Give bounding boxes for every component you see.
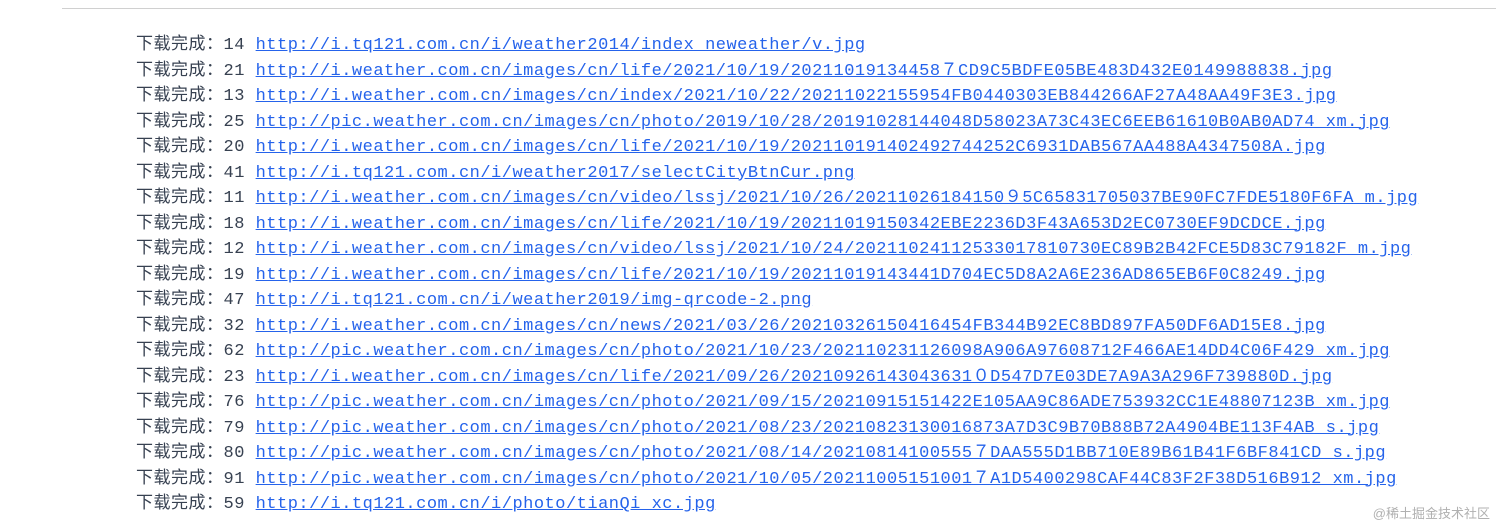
download-complete-prefix: 下载完成：41: [136, 164, 256, 183]
download-url-link[interactable]: http://i.weather.com.cn/images/cn/life/2…: [256, 138, 1326, 157]
download-url-link[interactable]: http://i.weather.com.cn/images/cn/news/2…: [256, 317, 1326, 336]
download-complete-prefix: 下载完成：11: [136, 189, 256, 208]
output-line: 下载完成：59 http://i.tq121.com.cn/i/photo/ti…: [136, 492, 1496, 518]
download-complete-prefix: 下载完成：13: [136, 87, 256, 106]
download-url-link[interactable]: http://pic.weather.com.cn/images/cn/phot…: [256, 470, 1397, 489]
output-line: 下载完成：11 http://i.weather.com.cn/images/c…: [136, 186, 1496, 212]
output-line: 下载完成：21 http://i.weather.com.cn/images/c…: [136, 59, 1496, 85]
output-line: 下载完成：32 http://i.weather.com.cn/images/c…: [136, 314, 1496, 340]
output-line: 下载完成：41 http://i.tq121.com.cn/i/weather2…: [136, 161, 1496, 187]
download-complete-prefix: 下载完成：32: [136, 317, 256, 336]
download-complete-prefix: 下载完成：12: [136, 240, 256, 259]
download-complete-prefix: 下载完成：19: [136, 266, 256, 285]
output-line: 下载完成：79 http://pic.weather.com.cn/images…: [136, 416, 1496, 442]
download-complete-prefix: 下载完成：79: [136, 419, 256, 438]
download-complete-prefix: 下载完成：47: [136, 291, 256, 310]
download-url-link[interactable]: http://pic.weather.com.cn/images/cn/phot…: [256, 444, 1386, 463]
output-line: 下载完成：62 http://pic.weather.com.cn/images…: [136, 339, 1496, 365]
download-complete-prefix: 下载完成：14: [136, 36, 256, 55]
output-line: 下载完成：23 http://i.weather.com.cn/images/c…: [136, 365, 1496, 391]
download-complete-prefix: 下载完成：23: [136, 368, 256, 387]
download-url-link[interactable]: http://i.tq121.com.cn/i/weather2017/sele…: [256, 164, 855, 183]
download-complete-prefix: 下载完成：20: [136, 138, 256, 157]
download-complete-prefix: 下载完成：18: [136, 215, 256, 234]
output-line: 下载完成：80 http://pic.weather.com.cn/images…: [136, 441, 1496, 467]
download-complete-prefix: 下载完成：80: [136, 444, 256, 463]
output-line: 下载完成：25 http://pic.weather.com.cn/images…: [136, 110, 1496, 136]
download-url-link[interactable]: http://i.weather.com.cn/images/cn/life/2…: [256, 215, 1326, 234]
download-url-link[interactable]: http://i.tq121.com.cn/i/photo/tianQi_xc.…: [256, 495, 716, 514]
download-complete-prefix: 下载完成：76: [136, 393, 256, 412]
download-url-link[interactable]: http://pic.weather.com.cn/images/cn/phot…: [256, 419, 1380, 438]
download-url-link[interactable]: http://i.weather.com.cn/images/cn/video/…: [256, 240, 1412, 259]
download-url-link[interactable]: http://pic.weather.com.cn/images/cn/phot…: [256, 342, 1390, 361]
download-url-link[interactable]: http://pic.weather.com.cn/images/cn/phot…: [256, 393, 1390, 412]
output-line: 下载完成：13 http://i.weather.com.cn/images/c…: [136, 84, 1496, 110]
output-line: 下载完成：18 http://i.weather.com.cn/images/c…: [136, 212, 1496, 238]
download-url-link[interactable]: http://i.weather.com.cn/images/cn/life/2…: [256, 368, 1333, 387]
download-url-link[interactable]: http://i.weather.com.cn/images/cn/life/2…: [256, 266, 1326, 285]
console-output: 下载完成：14 http://i.tq121.com.cn/i/weather2…: [62, 8, 1496, 518]
download-complete-prefix: 下载完成：21: [136, 62, 256, 81]
download-url-link[interactable]: http://i.tq121.com.cn/i/weather2019/img-…: [256, 291, 813, 310]
download-complete-prefix: 下载完成：59: [136, 495, 256, 514]
output-line: 下载完成：12 http://i.weather.com.cn/images/c…: [136, 237, 1496, 263]
output-line: 下载完成：14 http://i.tq121.com.cn/i/weather2…: [136, 33, 1496, 59]
download-complete-prefix: 下载完成：62: [136, 342, 256, 361]
download-complete-prefix: 下载完成：25: [136, 113, 256, 132]
output-line: 下载完成：76 http://pic.weather.com.cn/images…: [136, 390, 1496, 416]
download-url-link[interactable]: http://i.weather.com.cn/images/cn/index/…: [256, 87, 1337, 106]
output-line: 下载完成：19 http://i.weather.com.cn/images/c…: [136, 263, 1496, 289]
output-line: 下载完成：91 http://pic.weather.com.cn/images…: [136, 467, 1496, 493]
download-url-link[interactable]: http://i.tq121.com.cn/i/weather2014/inde…: [256, 36, 866, 55]
download-complete-prefix: 下载完成：91: [136, 470, 256, 489]
output-line: 下载完成：47 http://i.tq121.com.cn/i/weather2…: [136, 288, 1496, 314]
download-url-link[interactable]: http://i.weather.com.cn/images/cn/video/…: [256, 189, 1419, 208]
download-url-link[interactable]: http://i.weather.com.cn/images/cn/life/2…: [256, 62, 1333, 81]
output-line: 下载完成：20 http://i.weather.com.cn/images/c…: [136, 135, 1496, 161]
download-url-link[interactable]: http://pic.weather.com.cn/images/cn/phot…: [256, 113, 1390, 132]
watermark-text: @稀土掘金技术社区: [1373, 504, 1490, 524]
